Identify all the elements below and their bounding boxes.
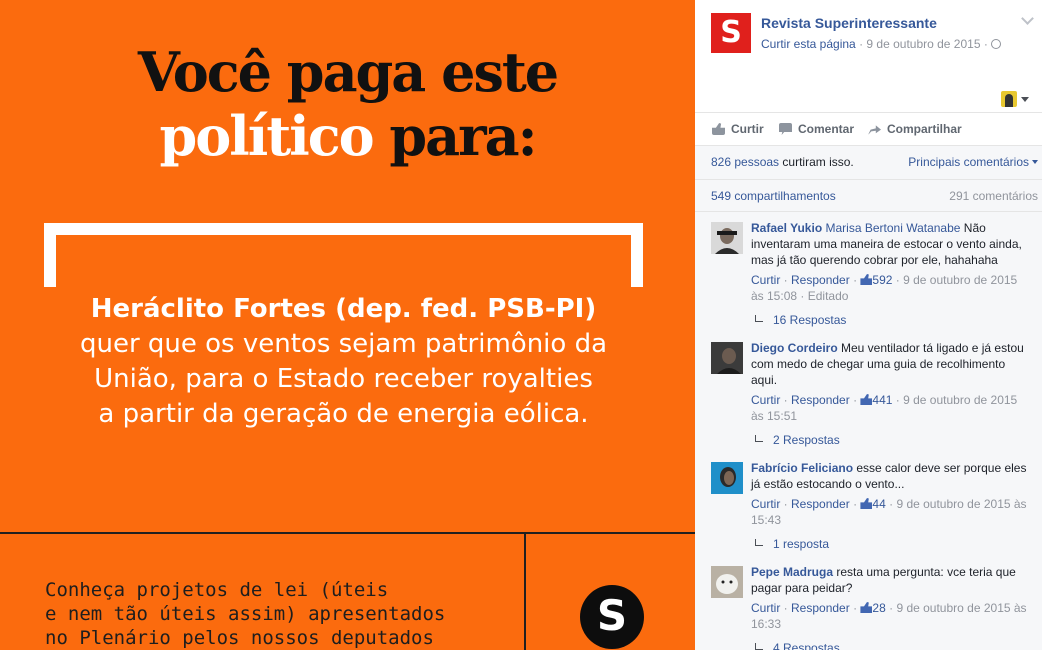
shares-count[interactable]: 549 compartilhamentos [711,189,836,203]
comment-author[interactable]: Rafael Yukio [751,221,822,235]
comment-reply-link[interactable]: Responder [791,497,850,511]
comment-meta: Curtir · Responder · 441 · 9 de outubro … [751,393,1018,423]
shares-row: 549 compartilhamentos 291 comentários [695,181,1042,212]
comment-reply-link[interactable]: Responder [791,273,850,287]
headline-line-2: para: [372,104,537,168]
post-meta: Curtir esta página · 9 de outubro de 201… [761,37,1002,51]
likes-row: 826 pessoas curtiram isso. Principais co… [695,147,1042,180]
commenter-avatar[interactable] [711,566,743,598]
comment-like-count[interactable]: 44 [872,497,885,511]
comments-count: 291 comentários [949,189,1038,203]
photo-body: Heráclito Fortes (dep. fed. PSB-PI) quer… [44,292,643,432]
comment-like-count[interactable]: 592 [872,273,892,287]
post-header: S Revista Superinteressante Curtir esta … [695,0,1042,112]
reply-arrow-icon [755,643,763,650]
share-button[interactable]: Compartilhar [868,122,962,136]
chevron-down-icon[interactable] [1021,12,1034,25]
commenter-avatar[interactable] [711,342,743,374]
photo-body-text: quer que os ventos sejam patrimônio da U… [79,329,608,429]
view-replies[interactable]: 4 Respostas [755,641,840,650]
divider-horizontal [0,532,695,534]
like-button[interactable]: Curtir [712,122,764,136]
comment-button[interactable]: Comentar [779,122,854,136]
comment-reply-link[interactable]: Responder [791,393,850,407]
globe-icon [991,39,1002,49]
caret-down-icon[interactable] [1021,97,1029,102]
view-replies[interactable]: 16 Respostas [755,313,846,327]
commenter-avatar[interactable] [711,462,743,494]
post-date[interactable]: 9 de outubro de 2015 [866,37,980,51]
comment-meta: Curtir · Responder · 592 · 9 de outubro … [751,273,1018,303]
view-replies[interactable]: 2 Respostas [755,433,840,447]
top-comments-dropdown[interactable]: Principais comentários [908,155,1038,169]
like-count-icon [860,274,873,285]
comment-icon [779,123,792,135]
view-replies[interactable]: 1 resposta [755,537,829,551]
photo-lead: Heráclito Fortes (dep. fed. PSB-PI) [90,294,597,324]
like-count-icon [860,394,873,405]
comment-like-link[interactable]: Curtir [751,497,780,511]
post-sidebar: S Revista Superinteressante Curtir esta … [695,0,1042,650]
comment-like-count[interactable]: 441 [872,393,892,407]
share-icon [868,125,881,135]
action-bar: Curtir Comentar Compartilhar [695,112,1042,146]
photo-footer: Conheça projetos de lei (úteis e nem tão… [45,579,446,649]
comment-meta: Curtir · Responder · 28 · 9 de outubro d… [751,601,1027,631]
like-count-icon [860,602,873,613]
like-page-link[interactable]: Curtir esta página [761,37,856,51]
divider-vertical [524,533,526,650]
photo-headline: Você paga este político para: [0,40,695,168]
edited-label: Editado [807,289,849,303]
comment-mention[interactable]: Marisa Bertoni Watanabe [826,221,961,235]
comment-author[interactable]: Fabrício Feliciano [751,461,853,475]
headline-line-1: Você paga este [137,40,559,104]
comment-like-link[interactable]: Curtir [751,393,780,407]
comment-reply-link[interactable]: Responder [791,601,850,615]
headline-highlight: político [159,104,374,168]
post-photo[interactable]: Você paga este político para: Heráclito … [0,0,695,650]
commenter-avatar[interactable] [711,222,743,254]
comment-like-count[interactable]: 28 [872,601,885,615]
reply-arrow-icon [755,539,763,546]
comment-author[interactable]: Diego Cordeiro [751,341,838,355]
page-name-link[interactable]: Revista Superinteressante [761,15,937,31]
reply-arrow-icon [755,435,763,442]
comment-like-link[interactable]: Curtir [751,273,780,287]
user-avatar[interactable] [1001,91,1017,107]
comment-like-link[interactable]: Curtir [751,601,780,615]
white-frame [44,223,643,287]
thumbs-up-icon [712,123,725,135]
comment-author[interactable]: Pepe Madruga [751,565,833,579]
like-count-icon [860,498,873,509]
super-logo: S [580,585,644,649]
comment-meta: Curtir · Responder · 44 · 9 de outubro d… [751,497,1027,527]
reply-arrow-icon [755,315,763,322]
page-avatar[interactable]: S [711,13,751,53]
likes-count[interactable]: 826 pessoas curtiram isso. [711,155,854,169]
